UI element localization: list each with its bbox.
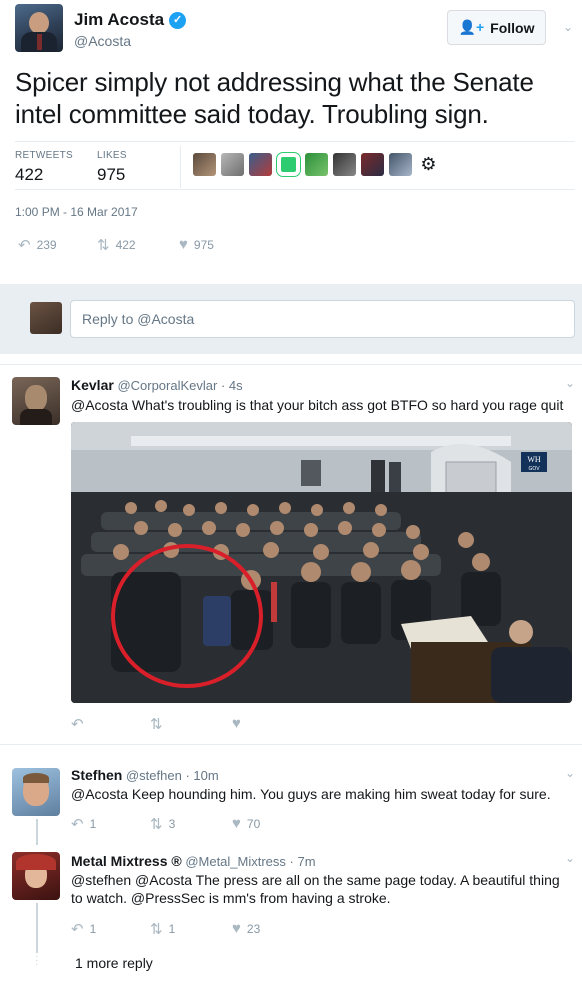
like-action[interactable]: ♥ 23 [232,920,260,937]
retweet-action[interactable]: ⇅ [150,715,163,733]
likes-stat[interactable]: LIKES 975 [97,150,127,185]
liker-avatar[interactable] [193,153,216,176]
like-count: 70 [246,816,261,831]
press-room-photo: WH GOV [71,422,572,703]
tweet-text: Spicer simply not addressing what the Se… [15,67,534,129]
reply-icon: ↶ [71,921,84,938]
retweet-icon: ⇅ [150,816,163,833]
chevron-down-icon[interactable]: ⌄ [563,20,573,34]
retweet-action[interactable]: ⇅ 1 [150,920,175,938]
reply-time[interactable]: · 4s [221,378,243,393]
main-avatar[interactable] [15,4,63,52]
divider [0,744,582,745]
author-name-row[interactable]: Jim Acosta ✓ [74,10,187,30]
divider [0,364,582,365]
reply-action[interactable]: ↶ 239 [18,236,57,254]
retweet-icon: ⇅ [97,237,110,254]
chevron-down-icon[interactable]: ⌄ [565,766,575,780]
liker-avatar[interactable] [277,153,300,176]
reply-time[interactable]: · 7m [290,854,316,869]
reply-text: @stefhen @Acosta The press are all on th… [71,871,581,907]
retweets-label: RETWEETS [15,150,73,161]
reply-avatar[interactable] [12,377,60,425]
thread-connector [36,819,38,845]
retweets-stat[interactable]: RETWEETS 422 [15,150,73,185]
like-action[interactable]: ♥ 975 [179,236,214,253]
liker-avatar[interactable] [333,153,356,176]
retweets-count: 422 [15,165,44,184]
liker-avatar[interactable] [361,153,384,176]
reply-header: Stefhen @stefhen · 10m [71,767,219,783]
chevron-down-icon[interactable]: ⌄ [565,376,575,390]
like-count: 23 [246,921,261,936]
reply-time[interactable]: · 10m [185,768,218,783]
reply-icon: ↶ [18,237,31,254]
follow-label: Follow [490,19,535,36]
reply-icon: ↶ [71,816,84,833]
reply-text: @Acosta What's troubling is that your bi… [71,397,564,413]
retweet-icon: ⇅ [150,921,163,938]
reply-action[interactable]: ↶ [71,715,84,733]
like-action[interactable]: ♥ 70 [232,815,260,832]
tweet-timestamp[interactable]: 1:00 PM - 16 Mar 2017 [15,205,138,219]
retweet-action[interactable]: ⇅ 422 [97,236,136,254]
like-action[interactable]: ♥ [232,715,241,732]
reply-avatar[interactable] [12,768,60,816]
reply-action[interactable]: ↶ 1 [71,815,96,833]
current-user-avatar [30,302,62,334]
reply-author-handle[interactable]: @stefhen [126,768,182,783]
heart-icon: ♥ [232,815,241,832]
retweet-icon: ⇅ [150,716,163,733]
reply-header: Metal Mixtress ® @Metal_Mixtress · 7m [71,853,316,869]
reply-count: 239 [36,238,57,252]
reply-count: 1 [89,817,97,831]
reply-media-photo[interactable]: WH GOV [71,422,572,703]
like-count: 975 [193,237,214,252]
follow-person-icon: 👤+ [458,19,485,35]
reply-author-name[interactable]: Kevlar [71,377,114,393]
reply-header: Kevlar @CorporalKevlar · 4s [71,377,243,393]
stat-divider [180,146,181,188]
reply-icon: ↶ [71,716,84,733]
liker-avatar[interactable] [221,153,244,176]
reply-author-name[interactable]: Stefhen [71,767,122,783]
reply-action[interactable]: ↶ 1 [71,920,96,938]
retweet-count: 3 [168,817,176,831]
heart-icon: ♥ [232,920,241,937]
chevron-down-icon[interactable]: ⌄ [565,851,575,865]
author-name[interactable]: Jim Acosta [74,10,164,30]
reply-input[interactable]: Reply to @Acosta [70,300,575,338]
reply-author-name[interactable]: Metal Mixtress ® [71,853,182,869]
gov-badge-text: GOV [528,466,540,472]
liker-avatars: ⚙ [193,153,440,176]
thread-connector [36,903,38,953]
reply-text-line: @stefhen @Acosta The press are all on th… [71,872,560,888]
reply-avatar[interactable] [12,852,60,900]
verified-icon: ✓ [169,11,187,29]
reply-text: @Acosta Keep hounding him. You guys are … [71,786,551,802]
divider [15,189,575,190]
follow-button[interactable]: 👤+ Follow [447,10,546,45]
liker-avatar[interactable] [305,153,328,176]
reply-author-handle[interactable]: @Metal_Mixtress [185,854,286,869]
divider [15,141,575,142]
reply-author-handle[interactable]: @CorporalKevlar [117,378,217,393]
retweet-count: 422 [115,238,136,252]
liker-avatar[interactable] [389,153,412,176]
wh-badge-text: WH [527,455,541,464]
liker-avatar[interactable] [249,153,272,176]
thread-dots: · · · [35,951,39,970]
likes-count: 975 [97,165,126,184]
retweet-action[interactable]: ⇅ 3 [150,815,175,833]
heart-icon: ♥ [179,236,188,253]
author-handle[interactable]: @Acosta [74,33,131,49]
likes-label: LIKES [97,150,127,161]
heart-icon: ♥ [232,715,241,732]
reply-count: 1 [89,922,97,936]
more-replies-link[interactable]: 1 more reply [75,955,153,971]
reply-text-line: to watch. @PressSec is mm's from having … [71,890,391,906]
retweet-count: 1 [168,922,176,936]
liker-avatar[interactable]: ⚙ [417,153,440,176]
